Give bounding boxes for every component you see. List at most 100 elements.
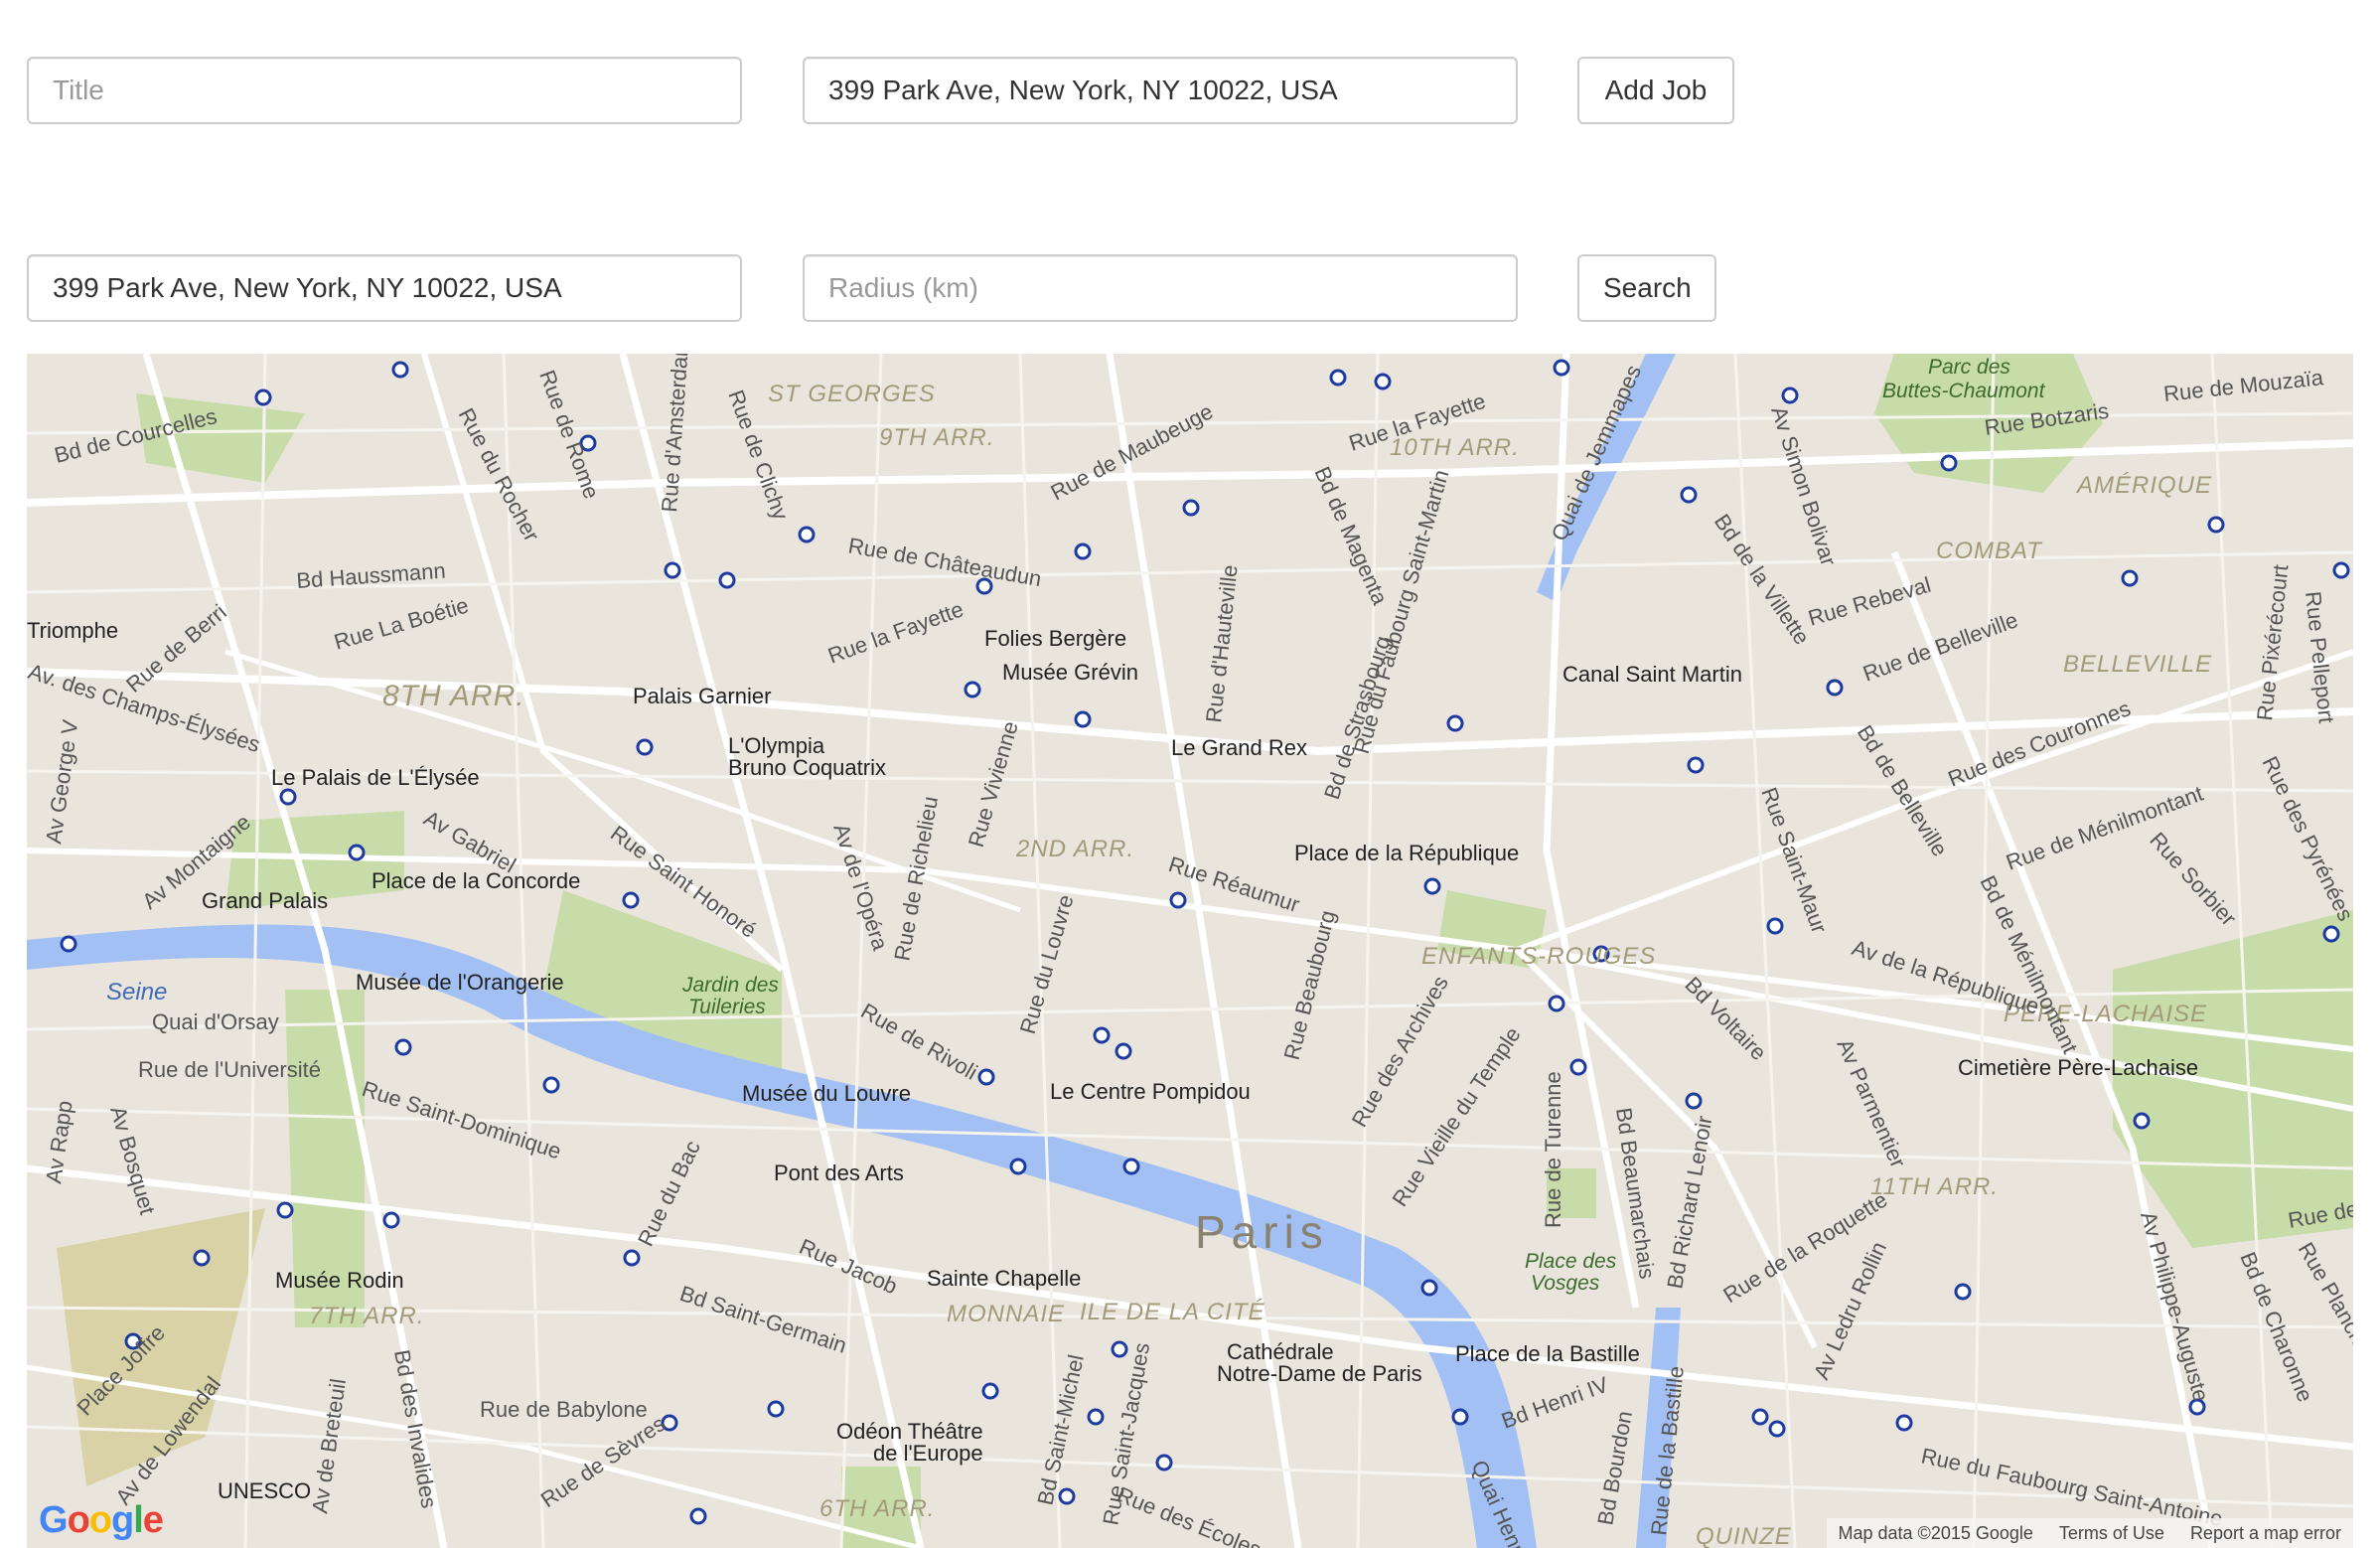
report-map-error-link[interactable]: Report a map error [2190,1523,2341,1544]
street-label: Bd Henri IV [1498,1372,1612,1434]
district-label: MONNAIE [947,1301,1065,1327]
district-label: 2ND ARR. [1015,836,1134,862]
street-label: Rue des Écoles [1114,1481,1264,1548]
street-label: Rue Saint-Dominique [359,1076,564,1163]
poi-label: Buttes-Chaumont [1882,380,2046,402]
poi-label: Notre-Dame de Paris [1217,1361,1422,1386]
poi-label: Vosges [1531,1272,1600,1295]
poi-label: Triomphe [27,618,118,643]
poi-label: Le Palais de L'Élysée [271,765,480,790]
street-label: Quai d'Orsay [152,1009,279,1034]
district-label: ILE DE LA CITÉ [1080,1299,1265,1325]
street-label: Bd Richard Lenoir [1662,1114,1716,1291]
logo-letter: l [133,1499,144,1541]
poi-label: Pont des Arts [774,1161,904,1185]
street-label: Bd Voltaire [1680,972,1771,1065]
street-label: Av Gabriel [420,806,521,878]
street-label: Rue de Rome [534,367,604,502]
poi-label: Grand Palais [202,888,328,913]
logo-letter: e [142,1499,164,1541]
map-data-credit: Map data ©2015 Google [1838,1522,2033,1543]
district-label: 7TH ARR. [309,1303,424,1329]
poi-label: Cimetière Père-Lachaise [1958,1055,2198,1080]
street-label: Av de Breteuil [307,1377,351,1515]
poi-label: Musée du Louvre [742,1081,911,1106]
street-label: Rue de Mouzaïa [2162,365,2325,406]
district-label: 6TH ARR. [819,1495,935,1522]
street-label: Bd de Ménilmontant [1976,871,2083,1057]
title-input[interactable] [27,57,742,124]
district-label: AMÉRIQUE [2075,472,2212,499]
search-form: Search [0,254,2380,324]
street-label: Rue Saint-Maur [1756,784,1832,936]
street-label: Rue de Châteaudun [846,533,1043,591]
street-label: Rue Pixérécourt [2252,563,2293,721]
poi-label: Musée de l'Orangerie [356,970,564,995]
street-label: Rue La Boétie [331,592,471,654]
street-label: Av Bosquet [105,1103,160,1217]
poi-label: UNESCO [218,1478,311,1503]
street-label: Bd Beaumarchais [1611,1106,1660,1280]
google-logo[interactable]: Google [39,1499,164,1542]
logo-letter: o [67,1499,90,1541]
street-label: Rue de l'Université [138,1057,321,1082]
poi-label: Le Centre Pompidou [1050,1079,1251,1104]
district-label: 11TH ARR. [1870,1173,1999,1200]
map-canvas[interactable]: ST GEORGES 9TH ARR. 10TH ARR. 8TH ARR. 2… [27,354,2353,1548]
job-form: Add Job [0,57,2380,126]
district-label: BELLEVILLE [2063,651,2212,678]
street-label: Rue du Faubourg Saint-Martin [1349,467,1454,756]
street-label: Av Parmentier [1832,1035,1910,1171]
street-label: Bd de Magenta [1309,463,1393,609]
district-label: QUINZE [1696,1523,1792,1548]
poi-label: Palais Garnier [633,684,771,708]
street-label: Bd Bourdon [1592,1409,1637,1527]
search-button[interactable]: Search [1577,254,1716,322]
street-label: Rue des Pyrénées [2258,752,2353,925]
street-label: Rue de Rivoli [857,999,982,1085]
street-label: Rue Planchat [2294,1238,2353,1364]
street-label: Bd Saint-Michel [1032,1352,1088,1507]
poi-label: Place de la République [1294,841,1519,865]
logo-letter: G [39,1499,69,1541]
street-label: Bd de la Villette [1710,510,1815,649]
district-label: 10TH ARR. [1390,434,1520,461]
search-address-input[interactable] [27,254,742,322]
add-job-button[interactable]: Add Job [1577,57,1734,124]
logo-letter: g [111,1499,134,1541]
river-label: Seine [106,979,167,1006]
street-label: Rue du Bac [633,1137,705,1250]
street-label: Rue des Archives [1347,972,1453,1132]
poi-label: Place des [1525,1250,1617,1273]
city-label: Paris [1195,1206,1329,1258]
street-label: Av Simon Bolivar [1766,403,1841,569]
street-label: Av George V [41,718,82,846]
poi-label: Tuileries [688,996,766,1018]
job-address-input[interactable] [803,57,1518,124]
street-label: Rue de Berri [121,599,231,697]
street-label: Bd Saint-Germain [676,1281,849,1358]
district-label: ST GEORGES [768,381,936,407]
poi-label: Place de la Bastille [1455,1341,1640,1366]
street-label: Rue Sorbier [2145,828,2241,931]
district-label: 8TH ARR. [382,680,525,712]
terms-of-use-link[interactable]: Terms of Use [2059,1523,2164,1544]
logo-letter: o [88,1499,112,1541]
street-label: Av Ledru Rollin [1809,1238,1891,1383]
poi-label: Place de la Concorde [372,868,580,893]
poi-label: Le Grand Rex [1171,735,1307,760]
poi-label: Sainte Chapelle [927,1266,1081,1291]
street-label: Rue Beaubourg [1279,908,1341,1063]
poi-label: Canal Saint Martin [1562,662,1742,687]
poi-label: Folies Bergère [984,626,1126,651]
map[interactable]: ST GEORGES 9TH ARR. 10TH ARR. 8TH ARR. 2… [27,354,2353,1548]
street-label: Rue du Rocher [454,404,545,545]
district-label: ENFANTS-ROUGES [1421,943,1656,970]
street-label: Rue d'Hauteville [1201,563,1243,723]
street-label: Rue du Louvre [1015,892,1079,1037]
poi-label: Parc des [1928,356,2010,379]
radius-input[interactable] [803,254,1518,322]
street-label: Rue Vivienne [964,718,1023,850]
map-attribution: Map data ©2015 Google Terms of Use Repor… [1826,1518,2353,1548]
street-label: Rue Rebeval [1805,572,1933,631]
